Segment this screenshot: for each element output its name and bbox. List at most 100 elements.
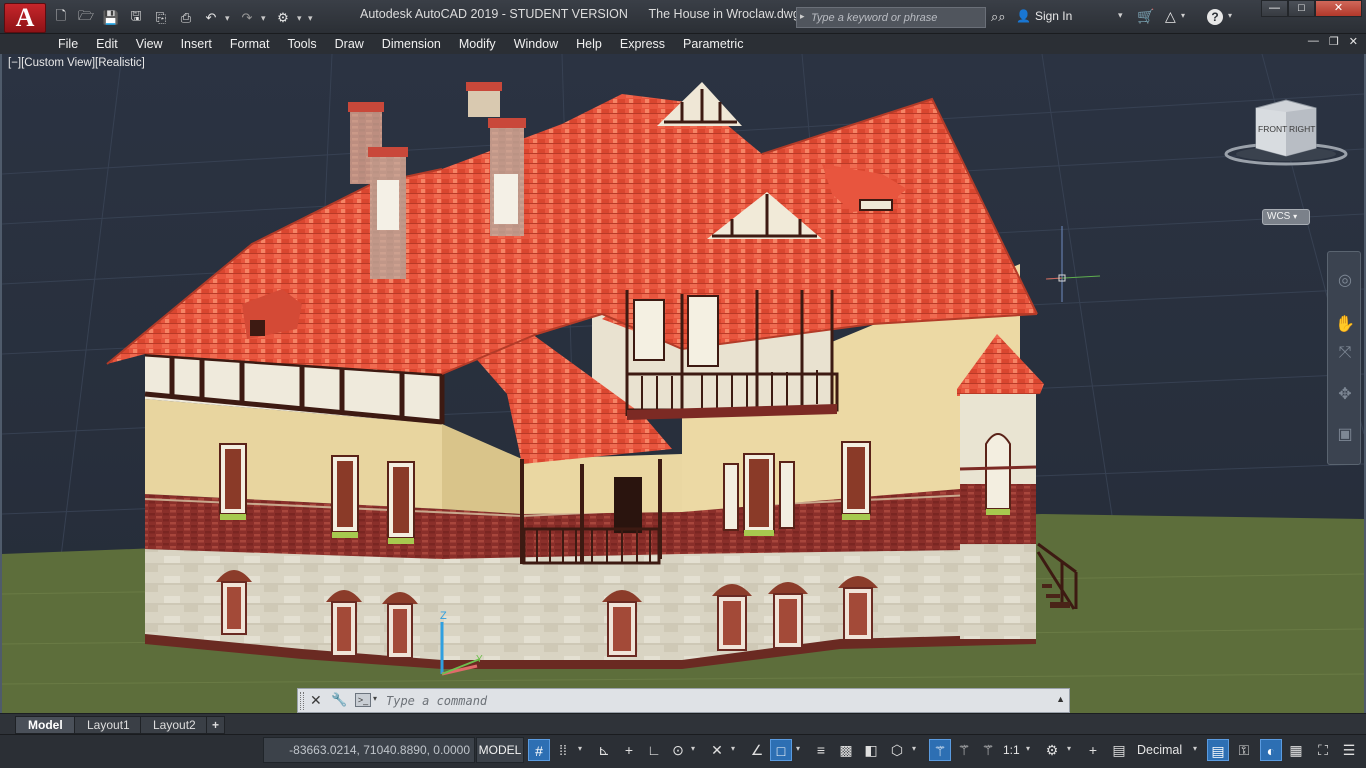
- isolate-objects-icon[interactable]: ◐: [1260, 739, 1282, 761]
- recent-commands-icon[interactable]: >_: [355, 693, 371, 707]
- osnap-dropdown-icon[interactable]: ▾: [796, 744, 800, 753]
- workspace-dropdown-icon[interactable]: ▾: [1067, 744, 1071, 753]
- scale-dropdown-icon[interactable]: ▾: [1026, 744, 1030, 753]
- close-icon[interactable]: ✕: [310, 692, 322, 709]
- quick-properties-icon[interactable]: ▤: [1207, 739, 1229, 761]
- units-value[interactable]: Decimal: [1137, 743, 1182, 757]
- transparency-icon[interactable]: ▩: [835, 739, 857, 761]
- viewcube-front-face[interactable]: FRONT: [1258, 124, 1287, 134]
- tab-layout2[interactable]: Layout2: [140, 716, 209, 734]
- viewport-controls-label[interactable]: [−][Custom View][Realistic]: [8, 57, 145, 69]
- viewcube-right-face[interactable]: RIGHT: [1289, 124, 1315, 134]
- undo-dropdown-icon[interactable]: ▾: [225, 8, 233, 28]
- a360-icon[interactable]: △: [1165, 8, 1176, 25]
- snap-mode-icon[interactable]: ⁞⁞: [552, 739, 574, 761]
- ortho-mode-icon[interactable]: ∟: [643, 739, 665, 761]
- print-icon[interactable]: ⎙: [175, 8, 197, 28]
- sign-in-dropdown-icon[interactable]: ▾: [1118, 10, 1123, 21]
- menu-draw[interactable]: Draw: [326, 37, 373, 51]
- isometric-drafting-icon[interactable]: ✕: [706, 739, 728, 761]
- menu-parametric[interactable]: Parametric: [674, 37, 752, 51]
- 3d-object-snap-icon[interactable]: ⬡: [886, 739, 908, 761]
- recent-commands-dropdown-icon[interactable]: ▾: [373, 694, 377, 703]
- search-expand-icon[interactable]: ▸: [800, 11, 808, 24]
- orbit-icon[interactable]: ✥: [1332, 382, 1358, 408]
- redo-icon[interactable]: ↷: [236, 8, 258, 28]
- workspace-icon[interactable]: ⚙: [272, 8, 294, 28]
- close-button[interactable]: ✕: [1315, 0, 1362, 17]
- viewcube[interactable]: FRONT RIGHT: [1224, 94, 1348, 166]
- help-dropdown-icon[interactable]: ▾: [1228, 11, 1232, 20]
- command-line-grip[interactable]: [300, 692, 304, 710]
- model-space-button[interactable]: MODEL: [476, 737, 524, 763]
- menu-dimension[interactable]: Dimension: [373, 37, 450, 51]
- command-input[interactable]: [386, 691, 1046, 710]
- save-icon[interactable]: 💾: [100, 8, 122, 28]
- sign-in-button[interactable]: 👤 Sign In: [1016, 9, 1072, 23]
- zoom-extents-icon[interactable]: ⤧: [1332, 340, 1358, 366]
- lock-ui-icon[interactable]: ⚿: [1233, 739, 1255, 761]
- coordinates-display[interactable]: -83663.0214, 71040.8890, 0.0000: [263, 737, 475, 763]
- menu-tools[interactable]: Tools: [278, 37, 325, 51]
- cart-icon[interactable]: 🛒: [1137, 8, 1154, 25]
- save-as-icon[interactable]: 🖫: [125, 8, 147, 28]
- drawing-viewport[interactable]: [−][Custom View][Realistic] FRONT RIGHT …: [0, 54, 1366, 713]
- doc-minimize-icon[interactable]: —: [1308, 35, 1319, 48]
- polar-tracking-icon[interactable]: ⊙: [667, 739, 689, 761]
- grid-icon[interactable]: #: [528, 739, 550, 761]
- application-menu-button[interactable]: A: [4, 3, 46, 33]
- selection-cycling-icon[interactable]: ◧: [860, 739, 882, 761]
- infer-constraints-icon[interactable]: ⊾: [593, 739, 615, 761]
- tab-layout1[interactable]: Layout1: [74, 716, 143, 734]
- snap-dropdown-icon[interactable]: ▾: [578, 744, 582, 753]
- lineweight-icon[interactable]: ≡: [810, 739, 832, 761]
- tab-model[interactable]: Model: [15, 716, 76, 734]
- menu-express[interactable]: Express: [611, 37, 674, 51]
- object-snap-icon[interactable]: □: [770, 739, 792, 761]
- dynamic-input-icon[interactable]: +: [618, 739, 640, 761]
- units-icon[interactable]: ▤: [1108, 739, 1130, 761]
- help-icon[interactable]: ?: [1207, 9, 1223, 25]
- menu-help[interactable]: Help: [567, 37, 611, 51]
- maximize-button[interactable]: □: [1288, 0, 1315, 17]
- wcs-menu[interactable]: WCS ▾: [1262, 209, 1310, 225]
- workspace-gear-icon[interactable]: ⚙: [1041, 739, 1063, 761]
- new-file-icon[interactable]: 🗋: [50, 8, 72, 28]
- menu-window[interactable]: Window: [505, 37, 567, 51]
- doc-restore-icon[interactable]: ❐: [1329, 35, 1339, 48]
- hardware-acceleration-icon[interactable]: ▦: [1285, 739, 1307, 761]
- menu-view[interactable]: View: [127, 37, 172, 51]
- open-folder-icon[interactable]: 🗁: [75, 8, 97, 28]
- auto-scale-icon[interactable]: ⚚: [953, 739, 975, 761]
- command-history-expand-icon[interactable]: ▲: [1056, 694, 1065, 704]
- annotation-scale-value[interactable]: 1:1: [1003, 743, 1020, 757]
- isodraft-dropdown-icon[interactable]: ▾: [731, 744, 735, 753]
- undo-icon[interactable]: ↶: [200, 8, 222, 28]
- menu-modify[interactable]: Modify: [450, 37, 505, 51]
- menu-file[interactable]: File: [49, 37, 87, 51]
- menu-insert[interactable]: Insert: [172, 37, 221, 51]
- menu-format[interactable]: Format: [221, 37, 279, 51]
- 3dosnap-dropdown-icon[interactable]: ▾: [912, 744, 916, 753]
- customize-wrench-icon[interactable]: 🔧: [331, 692, 347, 708]
- annotation-scale-icon[interactable]: ⚚: [977, 739, 999, 761]
- search-input[interactable]: [797, 8, 985, 27]
- customization-menu-icon[interactable]: ☰: [1338, 739, 1360, 761]
- customize-qat-icon[interactable]: ▾: [308, 8, 316, 28]
- polar-dropdown-icon[interactable]: ▾: [691, 744, 695, 753]
- object-snap-tracking-icon[interactable]: ∠: [746, 739, 768, 761]
- menu-edit[interactable]: Edit: [87, 37, 127, 51]
- minimize-button[interactable]: —: [1261, 0, 1288, 17]
- pan-hand-icon[interactable]: ✋: [1332, 312, 1358, 338]
- clean-screen-icon[interactable]: ⛶: [1312, 739, 1334, 761]
- doc-close-icon[interactable]: ✕: [1349, 35, 1358, 48]
- workspace-dropdown-icon[interactable]: ▾: [297, 8, 305, 28]
- units-dropdown-icon[interactable]: ▾: [1193, 744, 1197, 753]
- showmotion-icon[interactable]: ▣: [1332, 422, 1358, 448]
- annotation-monitor-icon[interactable]: +: [1082, 739, 1104, 761]
- steering-wheel-icon[interactable]: ◎: [1332, 268, 1358, 294]
- a360-dropdown-icon[interactable]: ▾: [1181, 11, 1185, 20]
- open-web-icon[interactable]: ⎘: [150, 8, 172, 28]
- annotation-visibility-icon[interactable]: ⚚: [929, 739, 951, 761]
- add-layout-button[interactable]: +: [206, 716, 226, 734]
